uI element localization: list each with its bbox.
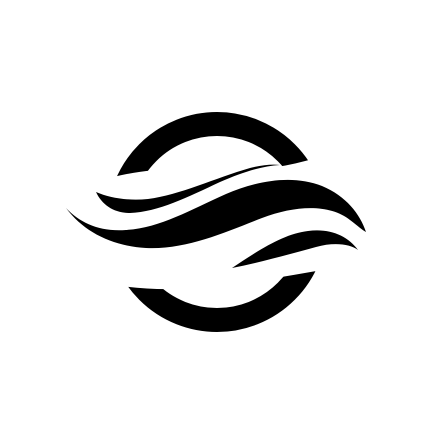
wave-circle-logo-icon — [66, 112, 366, 332]
logo-canvas — [0, 0, 434, 434]
